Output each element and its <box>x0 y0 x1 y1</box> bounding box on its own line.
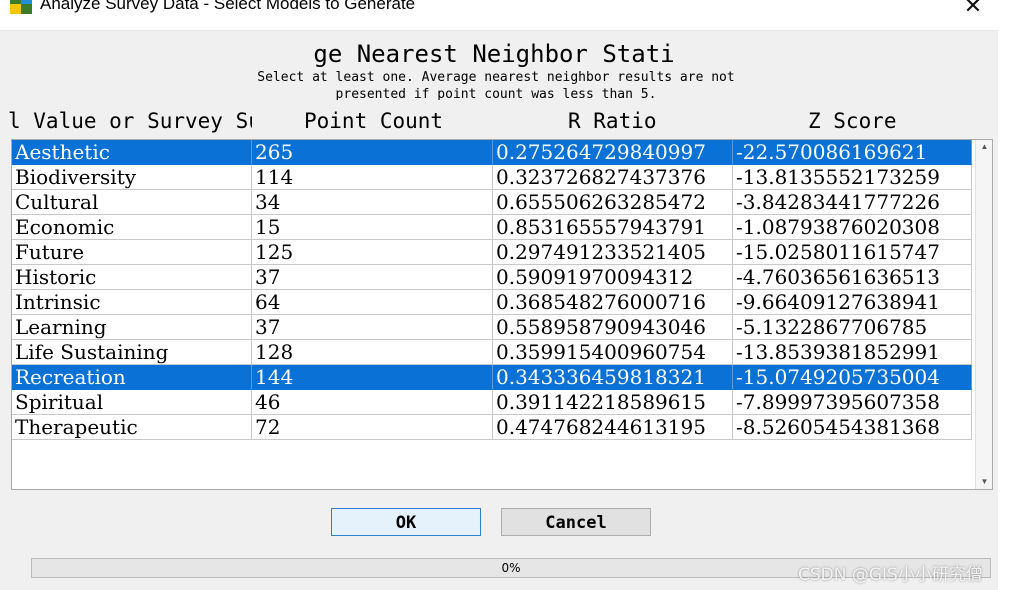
cell-z-score: -13.8135552173259 <box>733 165 972 190</box>
cell-z-score: -7.89997395607358 <box>733 390 972 415</box>
cell-z-score: -3.84283441777226 <box>733 190 972 215</box>
window-titlebar: Analyze Survey Data - Select Models to G… <box>0 0 1000 31</box>
table-row[interactable]: Therapeutic 72 0.474768244613195 -8.5260545… <box>12 415 972 440</box>
cell-point-count: 114 <box>252 165 493 190</box>
ok-button[interactable]: OK <box>331 508 481 536</box>
cell-point-count: 15 <box>252 215 493 240</box>
table-row[interactable]: Aesthetic 265 0.275264729840997 -22.5700861… <box>12 140 972 165</box>
table-row[interactable]: Biodiversity 114 0.323726827437376 -13.8135… <box>12 165 972 190</box>
cell-value: Biodiversity <box>12 165 252 190</box>
cell-r-ratio: 0.558958790943046 <box>493 315 733 340</box>
instruction-line-1: Select at least one. Average nearest nei… <box>257 70 735 85</box>
cell-r-ratio: 0.391142218589615 <box>493 390 733 415</box>
cell-value: Intrinsic <box>12 290 252 315</box>
dialog-title: ge Nearest Neighbor Stati <box>313 40 675 68</box>
cell-z-score: -15.0749205735004 <box>733 365 972 390</box>
scroll-up-icon[interactable]: ▲ <box>976 141 992 153</box>
cell-value: Spiritual <box>12 390 252 415</box>
cell-r-ratio: 0.368548276000716 <box>493 290 733 315</box>
instruction-line-2: presented if point count was less than 5… <box>335 87 657 100</box>
cell-r-ratio: 0.275264729840997 <box>493 140 733 165</box>
column-header-r-ratio: R Ratio <box>568 109 657 133</box>
cell-value: Future <box>12 240 252 265</box>
cancel-button[interactable]: Cancel <box>501 508 651 536</box>
cell-value: Historic <box>12 265 252 290</box>
cell-point-count: 64 <box>252 290 493 315</box>
vertical-scrollbar[interactable]: ▲ ▼ <box>975 140 992 489</box>
table-row[interactable]: Learning 37 0.558958790943046 -5.1322867706… <box>12 315 972 340</box>
table-header: l Value or Survey Sub Point Count R Rati… <box>0 107 992 135</box>
dialog-instructions: Select at least one. Average nearest nei… <box>0 69 992 100</box>
table-row[interactable]: Future 125 0.297491233521405 -15.0258011615… <box>12 240 972 265</box>
cell-r-ratio: 0.359915400960754 <box>493 340 733 365</box>
scroll-down-icon[interactable]: ▼ <box>976 476 992 488</box>
cell-z-score: -5.1322867706785 <box>733 315 972 340</box>
cell-z-score: -22.570086169621 <box>733 140 972 165</box>
cell-z-score: -8.52605454381368 <box>733 415 972 440</box>
table-row[interactable]: Spiritual 46 0.391142218589615 -7.899973956… <box>12 390 972 415</box>
cell-value: Learning <box>12 315 252 340</box>
cell-r-ratio: 0.343336459818321 <box>493 365 733 390</box>
table-row[interactable]: Life Sustaining 128 0.359915400960754 -13.8… <box>12 340 972 365</box>
cell-r-ratio: 0.323726827437376 <box>493 165 733 190</box>
cell-point-count: 125 <box>252 240 493 265</box>
watermark: CSDN @GIS小小研究僧 <box>798 565 983 585</box>
table-row[interactable]: Historic 37 0.59091970094312 -4.76036561636… <box>12 265 972 290</box>
arcgis-app-icon <box>10 0 32 14</box>
table-row[interactable]: Economic 15 0.853165557943791 -1.0879387602… <box>12 215 972 240</box>
cell-value: Therapeutic <box>12 415 252 440</box>
cell-r-ratio: 0.297491233521405 <box>493 240 733 265</box>
window-edge <box>998 0 1014 590</box>
table-row[interactable]: Recreation 144 0.343336459818321 -15.074920… <box>12 365 972 390</box>
cell-r-ratio: 0.474768244613195 <box>493 415 733 440</box>
cell-z-score: -15.0258011615747 <box>733 240 972 265</box>
table-row[interactable]: Cultural 34 0.655506263285472 -3.8428344177… <box>12 190 972 215</box>
cell-value: Aesthetic <box>12 140 252 165</box>
cell-value: Cultural <box>12 190 252 215</box>
close-button[interactable]: ✕ <box>948 0 998 22</box>
cell-z-score: -1.08793876020308 <box>733 215 972 240</box>
cell-point-count: 34 <box>252 190 493 215</box>
cell-value: Life Sustaining <box>12 340 252 365</box>
cell-point-count: 144 <box>252 365 493 390</box>
cell-value: Economic <box>12 215 252 240</box>
column-header-z-score: Z Score <box>808 109 897 133</box>
window-title: Analyze Survey Data - Select Models to G… <box>40 0 416 13</box>
cell-point-count: 265 <box>252 140 493 165</box>
cell-z-score: -4.76036561636513 <box>733 265 972 290</box>
cell-value: Recreation <box>12 365 252 390</box>
cell-r-ratio: 0.59091970094312 <box>493 265 733 290</box>
cell-point-count: 37 <box>252 315 493 340</box>
cell-point-count: 72 <box>252 415 493 440</box>
column-header-value: l Value or Survey Sub <box>8 109 252 133</box>
close-icon: ✕ <box>963 0 983 19</box>
cell-z-score: -9.66409127638941 <box>733 290 972 315</box>
cell-r-ratio: 0.853165557943791 <box>493 215 733 240</box>
cell-point-count: 46 <box>252 390 493 415</box>
column-header-point-count: Point Count <box>304 109 444 133</box>
cell-r-ratio: 0.655506263285472 <box>493 190 733 215</box>
table-row[interactable]: Intrinsic 64 0.368548276000716 -9.664091276… <box>12 290 972 315</box>
models-table[interactable]: Aesthetic 265 0.275264729840997 -22.5700861… <box>11 139 993 490</box>
cell-point-count: 128 <box>252 340 493 365</box>
cell-point-count: 37 <box>252 265 493 290</box>
cell-z-score: -13.8539381852991 <box>733 340 972 365</box>
